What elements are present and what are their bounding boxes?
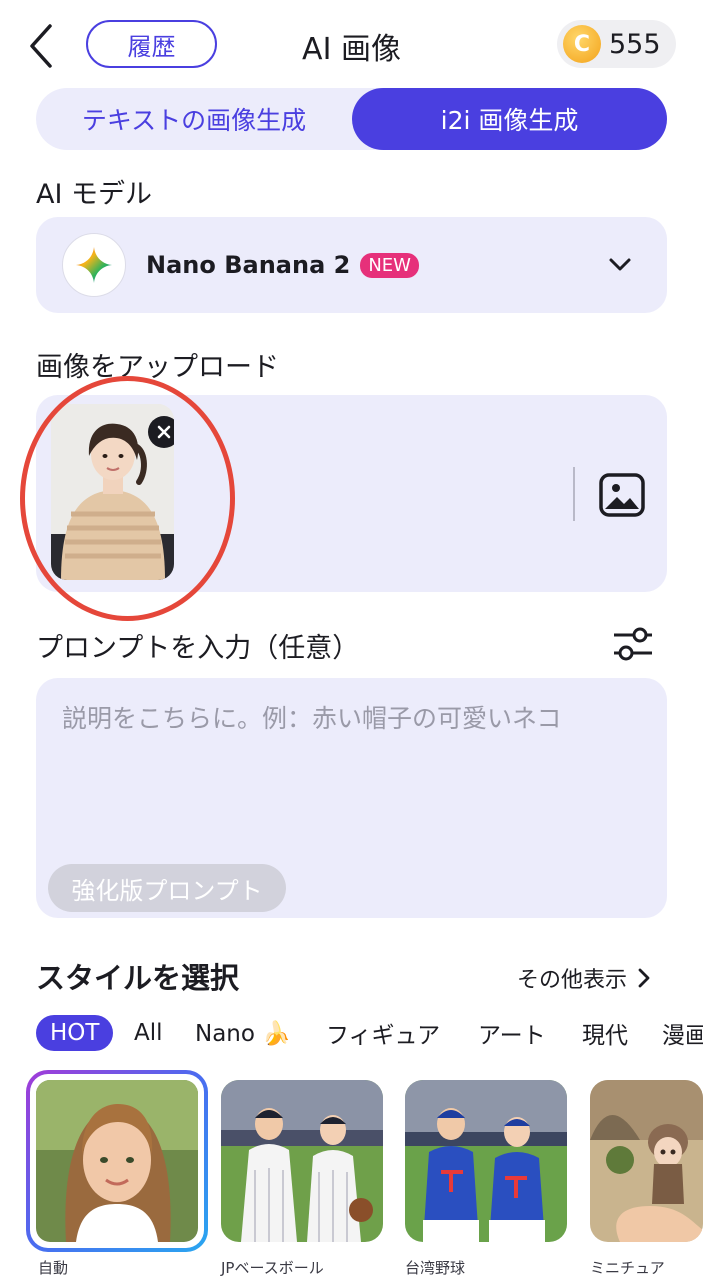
add-image-button[interactable] bbox=[599, 473, 645, 521]
style-label-taiwan-baseball: 台湾野球 bbox=[405, 1259, 466, 1277]
style-card-auto[interactable] bbox=[26, 1070, 208, 1252]
sliders-icon bbox=[614, 627, 652, 661]
style-section-title: スタイルを選択 bbox=[36, 961, 240, 995]
tab-image-to-image[interactable]: i2i 画像生成 bbox=[352, 88, 667, 150]
style-label-miniature: ミニチュア bbox=[590, 1259, 665, 1277]
chevron-down-icon bbox=[609, 258, 631, 271]
category-tab-nano[interactable]: Nano 🍌 bbox=[195, 1015, 291, 1051]
category-tab-art[interactable]: アート bbox=[478, 1015, 546, 1051]
highlight-annotation-ring bbox=[20, 376, 235, 621]
prompt-box: 強化版プロンプト bbox=[36, 678, 667, 918]
gemini-sparkle-icon bbox=[62, 233, 126, 297]
new-badge: NEW bbox=[360, 252, 419, 278]
category-tab-all[interactable]: All bbox=[134, 1015, 163, 1051]
style-label-jp-baseball: JPベースボール bbox=[221, 1259, 324, 1277]
style-card-miniature[interactable] bbox=[590, 1080, 703, 1242]
show-more-link[interactable]: その他表示 bbox=[517, 962, 651, 994]
category-tab-modern[interactable]: 現代 bbox=[582, 1015, 628, 1051]
style-card-jp-baseball[interactable] bbox=[221, 1080, 383, 1242]
image-gallery-icon bbox=[599, 473, 645, 517]
tab-text-to-image[interactable]: テキストの画像生成 bbox=[36, 88, 352, 150]
model-section-label: AI モデル bbox=[36, 179, 153, 210]
style-card-taiwan-baseball[interactable] bbox=[405, 1080, 567, 1242]
model-selector[interactable]: Nano Banana 2 NEW bbox=[36, 217, 667, 313]
style-label-auto: 自動 bbox=[38, 1259, 69, 1277]
model-name: Nano Banana 2 bbox=[146, 251, 351, 279]
coin-icon: C bbox=[563, 25, 601, 63]
upload-section-label: 画像をアップロード bbox=[36, 352, 279, 383]
prompt-input[interactable] bbox=[62, 704, 642, 733]
coin-count: 555 bbox=[609, 28, 661, 60]
mode-tabs: テキストの画像生成 i2i 画像生成 bbox=[36, 88, 667, 150]
divider bbox=[573, 467, 575, 521]
coin-balance[interactable]: C 555 bbox=[557, 20, 676, 68]
category-tab-manga[interactable]: 漫画 bbox=[662, 1015, 703, 1051]
prompt-section-label: プロンプトを入力（任意） bbox=[36, 633, 360, 664]
category-tab-hot[interactable]: HOT bbox=[36, 1015, 114, 1051]
enhance-prompt-button[interactable]: 強化版プロンプト bbox=[48, 864, 286, 912]
prompt-settings-button[interactable] bbox=[612, 624, 654, 668]
category-tab-figure[interactable]: フィギュア bbox=[326, 1015, 440, 1051]
chevron-right-icon bbox=[638, 968, 650, 988]
show-more-label: その他表示 bbox=[517, 968, 628, 993]
